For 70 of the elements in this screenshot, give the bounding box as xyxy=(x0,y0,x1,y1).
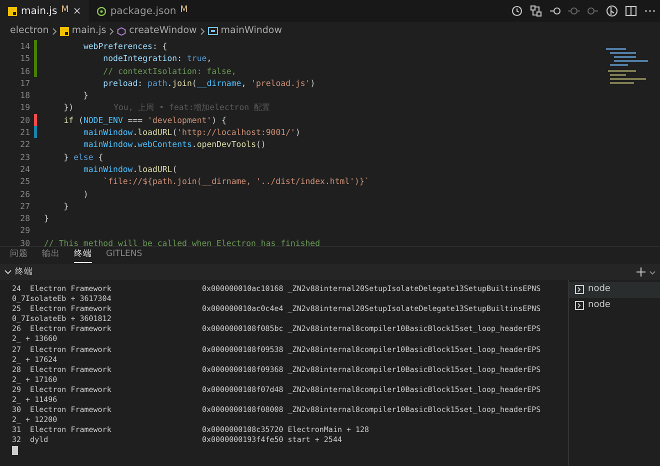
chevron-right-icon xyxy=(200,28,205,34)
line-number: 23 xyxy=(19,150,31,163)
json-file-icon xyxy=(97,6,106,16)
editor-tab[interactable]: main.js M × xyxy=(0,0,90,22)
breadcrumb-item[interactable]: mainWindow xyxy=(220,24,282,38)
caret-icon[interactable] xyxy=(649,268,656,276)
modified-label: M xyxy=(180,4,188,18)
circle-icon[interactable] xyxy=(568,5,580,17)
split-editor-icon[interactable] xyxy=(625,5,637,17)
breadcrumb-item[interactable]: electron xyxy=(10,24,49,38)
line-number: 16 xyxy=(19,64,31,77)
code-line: }) xyxy=(62,101,74,114)
line-number: 25 xyxy=(19,175,31,188)
history-icon[interactable] xyxy=(511,5,523,17)
panel-tab[interactable]: 输出 xyxy=(42,248,60,263)
code-line: nodeIntegration: true, xyxy=(102,52,212,65)
code-line: } xyxy=(43,212,49,224)
dot-arrow-icon[interactable] xyxy=(549,5,561,17)
code-line: } else { xyxy=(62,150,104,163)
line-number: 20 xyxy=(19,114,31,126)
breadcrumb-item[interactable]: createWindow xyxy=(129,24,197,38)
section-title: 终端 xyxy=(15,266,33,278)
breadcrumb-item[interactable]: main.js xyxy=(72,24,106,38)
line-number: 30 xyxy=(19,236,31,249)
code-line: mainWindow.loadURL('http://localhost:9001/') xyxy=(82,126,300,138)
terminal-icon xyxy=(575,300,584,310)
chevron-icon[interactable] xyxy=(4,268,12,276)
line-number: 19 xyxy=(19,101,31,114)
code-line: // contextIsolation: false, xyxy=(102,64,236,77)
code-line: } xyxy=(62,200,69,212)
js-file-icon xyxy=(8,6,17,16)
panel-tab[interactable]: GITLENS xyxy=(106,248,142,263)
code-line: // This method will be called when Electron has finished xyxy=(43,236,320,249)
js-file-icon xyxy=(60,26,69,36)
tab-label: package.json xyxy=(110,4,176,18)
code-line: mainWindow.loadURL( xyxy=(82,162,178,176)
code-line: mainWindow.webContents.openDevTools() xyxy=(82,138,266,151)
code-line: if (NODE_ENV === 'development') { xyxy=(62,114,226,126)
line-number: 26 xyxy=(19,188,31,200)
terminal-item[interactable]: node xyxy=(569,298,660,313)
variable-icon xyxy=(208,27,218,35)
close-icon[interactable]: × xyxy=(72,4,82,18)
terminal-item[interactable]: node xyxy=(569,282,660,298)
cube-icon xyxy=(117,26,126,36)
line-number: 14 xyxy=(19,40,31,52)
line-number: 27 xyxy=(19,200,31,212)
panel-tab[interactable]: 终端 xyxy=(74,248,92,264)
code-line: ) xyxy=(82,188,88,200)
code-line: webPreferences: { xyxy=(82,40,168,52)
terminal-icon xyxy=(575,285,584,294)
tab-label: main.js xyxy=(21,4,58,18)
line-number: 29 xyxy=(19,224,31,237)
line-number: 28 xyxy=(19,212,31,224)
code-line: } xyxy=(82,89,88,102)
line-number: 18 xyxy=(19,89,31,102)
code-line: preload: path.join(__dirname, 'preload.js') xyxy=(102,76,316,90)
blame-annotation: You, 上周 • feat:增加electron 配置 xyxy=(114,101,270,114)
compare-icon[interactable] xyxy=(530,5,542,17)
line-number: 21 xyxy=(19,126,31,138)
code-line: `file://${path.join(__dirname, '../dist/index.html')}` xyxy=(102,175,370,188)
terminal-cursor xyxy=(12,446,18,454)
line-number: 22 xyxy=(19,138,31,151)
line-number: 17 xyxy=(19,76,31,90)
line-number: 15 xyxy=(19,52,31,65)
add-icon[interactable] xyxy=(636,267,646,277)
chevron-right-icon xyxy=(52,28,57,34)
modified-label: M xyxy=(61,4,69,18)
chevron-right-icon xyxy=(109,28,114,34)
line-number: 24 xyxy=(19,162,31,176)
panel-tab[interactable]: 问题 xyxy=(10,248,28,263)
